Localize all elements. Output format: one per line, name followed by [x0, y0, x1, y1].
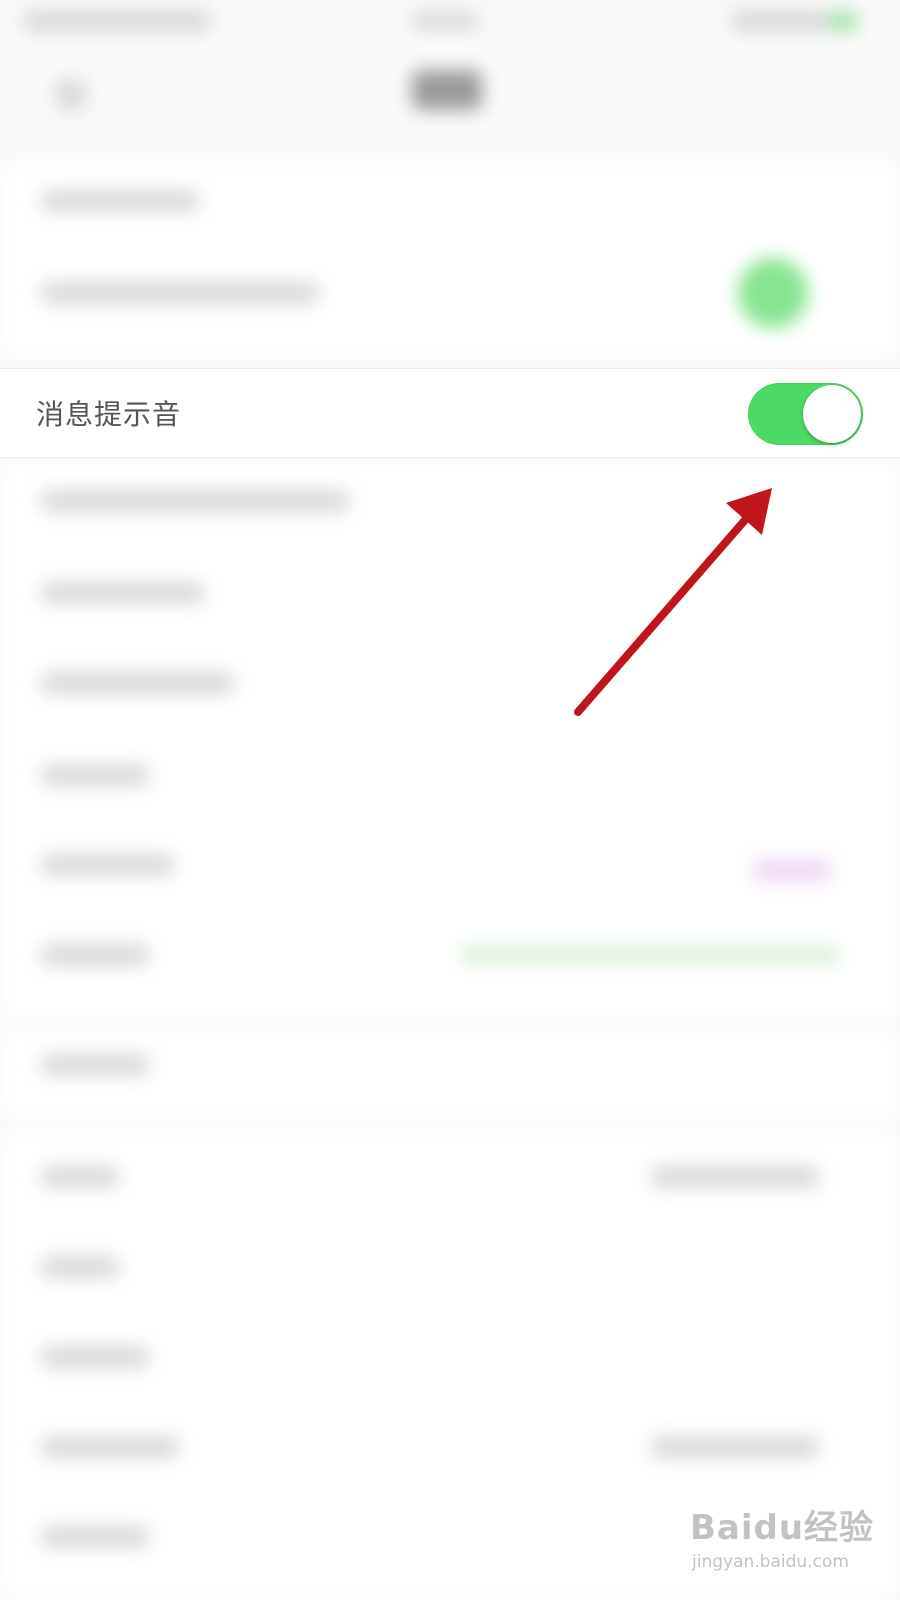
toggle-knob [803, 385, 861, 443]
watermark-url: jingyan.baidu.com [692, 1552, 849, 1572]
message-sound-toggle[interactable] [748, 383, 863, 445]
setting-row-message-sound: 消息提示音 [0, 368, 900, 458]
annotation-arrow-icon [574, 488, 772, 716]
watermark-brand: Baidu经验 [690, 1508, 875, 1548]
blurred-background [0, 0, 900, 1600]
setting-label-message-sound: 消息提示音 [36, 398, 182, 431]
watermark-logo: Baidu经验 jingyan.baidu.com [690, 1500, 890, 1590]
